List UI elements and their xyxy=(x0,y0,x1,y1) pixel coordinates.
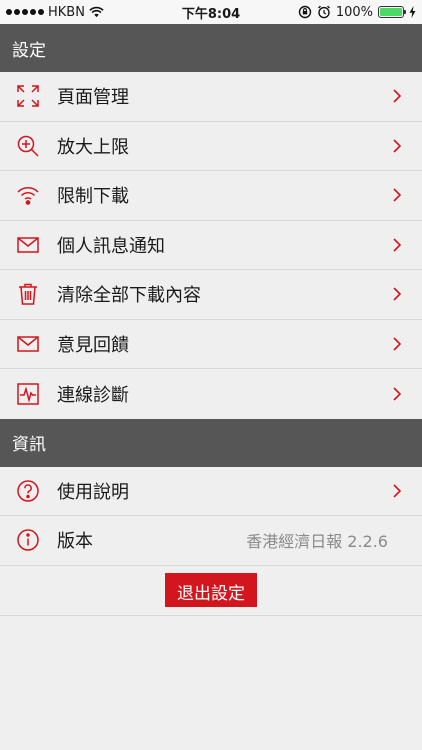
chevron-right-icon xyxy=(393,238,402,252)
settings-section-header: 設定 xyxy=(0,24,422,72)
exit-settings-button[interactable]: 退出設定 xyxy=(165,573,257,607)
settings-item-notifications[interactable]: 個人訊息通知 xyxy=(0,220,422,270)
status-bar: HKBN 下午8:04 100% xyxy=(0,0,422,24)
info-item-label: 版本 xyxy=(57,531,93,553)
settings-item-clear-downloads[interactable]: 清除全部下載內容 xyxy=(0,270,422,320)
rotation-lock-icon xyxy=(298,5,312,19)
info-item-version: 版本 香港經濟日報 2.2.6 xyxy=(0,516,422,566)
settings-item-label: 限制下載 xyxy=(57,186,129,208)
alarm-icon xyxy=(317,5,330,19)
pulse-icon xyxy=(15,381,41,407)
zoom-in-icon xyxy=(15,133,41,159)
mail-icon xyxy=(15,232,41,258)
mail-icon xyxy=(15,331,41,357)
settings-item-label: 意見回饋 xyxy=(57,334,129,356)
status-right: 100% xyxy=(298,5,416,20)
charging-icon xyxy=(409,6,416,18)
signal-strength-icon xyxy=(6,9,44,15)
info-item-label: 使用說明 xyxy=(57,481,129,503)
status-left: HKBN xyxy=(6,5,104,20)
version-value: 香港經濟日報 2.2.6 xyxy=(246,532,388,552)
settings-section-title: 設定 xyxy=(12,40,46,61)
settings-item-zoom-limit[interactable]: 放大上限 xyxy=(0,121,422,171)
carrier-name: HKBN xyxy=(48,4,85,20)
settings-item-download-limit[interactable]: 限制下載 xyxy=(0,171,422,221)
chevron-right-icon xyxy=(393,287,402,301)
settings-item-label: 連線診斷 xyxy=(57,384,129,406)
chevron-right-icon xyxy=(393,484,402,498)
chevron-right-icon xyxy=(393,188,402,202)
settings-item-connection-diagnosis[interactable]: 連線診斷 xyxy=(0,369,422,419)
wifi-status-icon xyxy=(89,6,104,18)
battery-percent: 100% xyxy=(335,4,373,20)
settings-item-feedback[interactable]: 意見回饋 xyxy=(0,319,422,369)
wifi-icon xyxy=(15,182,41,208)
trash-icon xyxy=(15,281,41,307)
settings-item-label: 清除全部下載內容 xyxy=(57,285,201,307)
settings-item-label: 個人訊息通知 xyxy=(57,235,165,257)
settings-item-label: 放大上限 xyxy=(57,136,129,158)
battery-fill xyxy=(380,8,402,16)
expand-icon xyxy=(15,83,41,109)
question-icon xyxy=(15,478,41,504)
info-section-header: 資訊 xyxy=(0,418,422,467)
chevron-right-icon xyxy=(393,89,402,103)
exit-area: 退出設定 xyxy=(0,566,422,616)
info-item-help[interactable]: 使用說明 xyxy=(0,466,422,516)
chevron-right-icon xyxy=(393,337,402,351)
battery-icon xyxy=(378,6,406,18)
info-icon xyxy=(15,527,41,553)
settings-item-label: 頁面管理 xyxy=(57,87,129,109)
chevron-right-icon xyxy=(393,387,402,401)
chevron-right-icon xyxy=(393,139,402,153)
info-section-title: 資訊 xyxy=(12,435,46,455)
settings-item-page-management[interactable]: 頁面管理 xyxy=(0,72,422,122)
